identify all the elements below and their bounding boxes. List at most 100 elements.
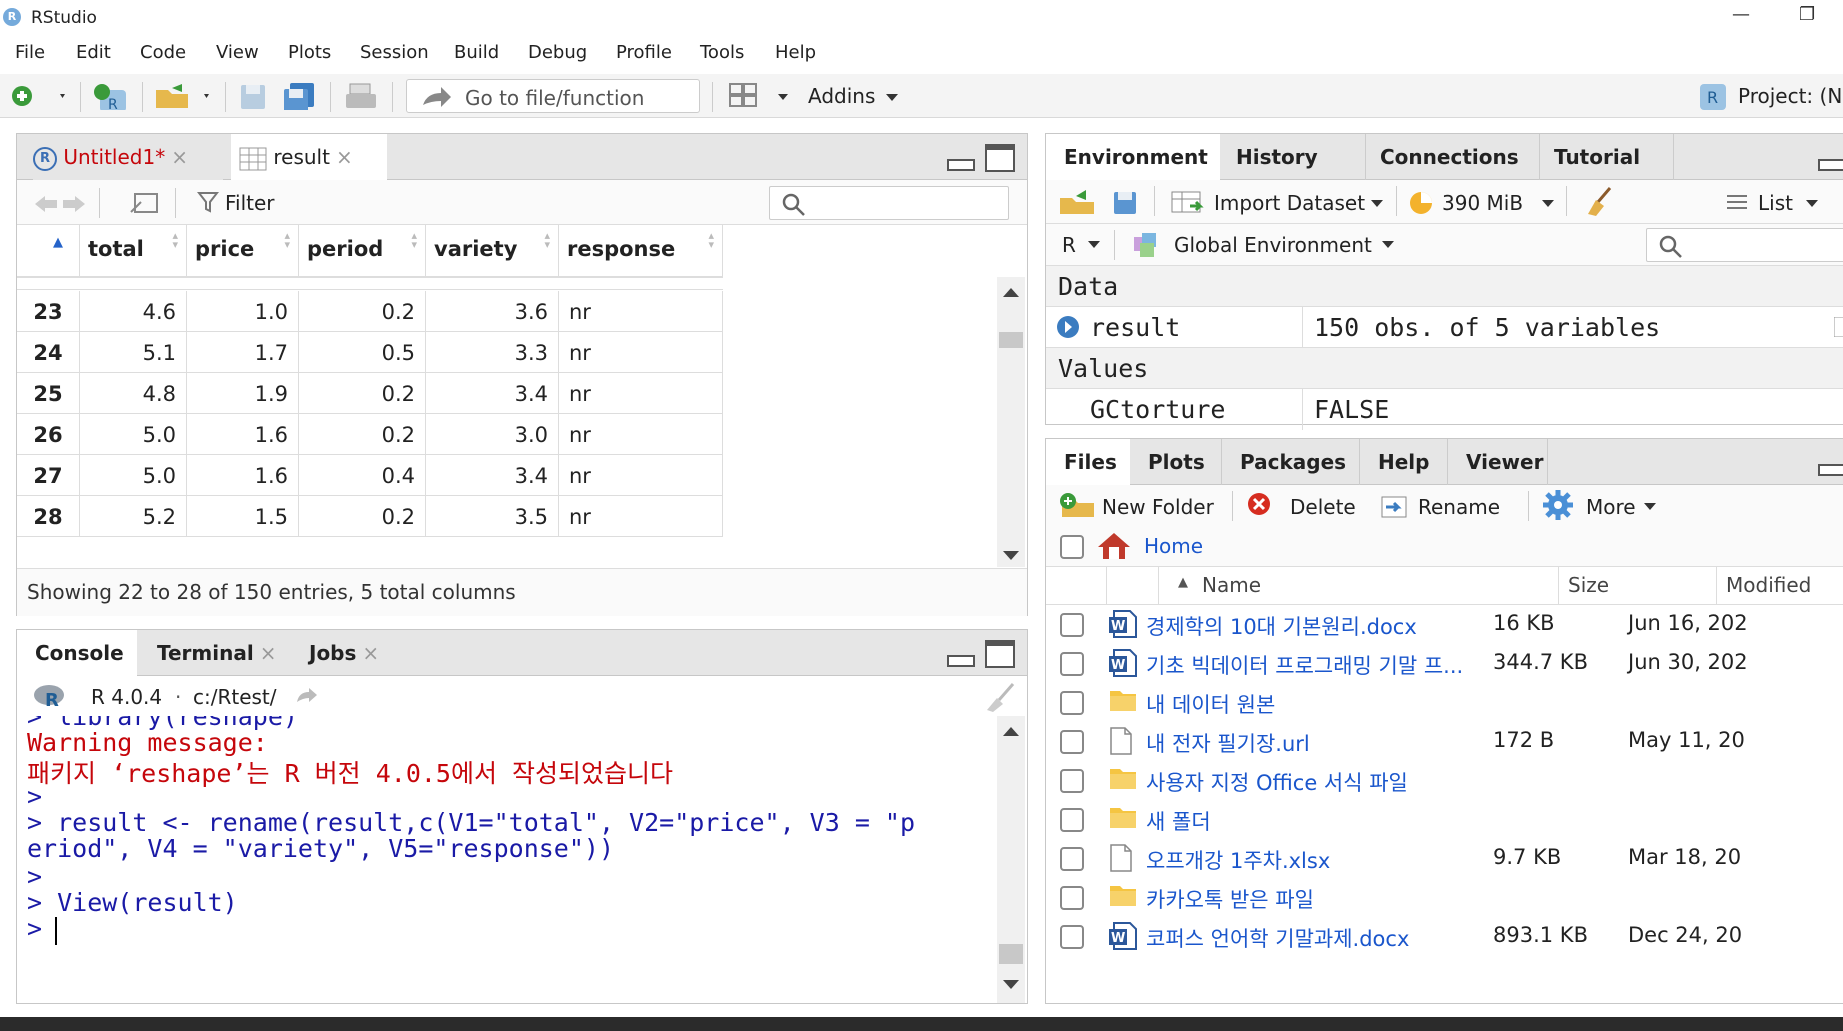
save-all-icon[interactable] [282,82,318,110]
row-checkbox[interactable] [1060,730,1084,754]
menu-help[interactable]: Help [775,42,816,63]
row-checkbox[interactable] [1060,652,1084,676]
expand-arrow-icon[interactable] [1056,315,1080,339]
minimize-pane-icon[interactable] [1818,156,1843,172]
tab-connections[interactable]: Connections [1380,134,1540,180]
tab-viewer[interactable]: Viewer [1448,439,1548,485]
file-row[interactable]: 내 전자 필기장.url 172 B May 11, 20 [1046,722,1745,761]
memory-usage-icon[interactable] [1408,190,1434,216]
column-header-period[interactable]: period ▴ ▾ [299,225,426,277]
file-name-link[interactable]: 사용자 지정 Office 서식 파일 [1146,767,1408,797]
file-name-link[interactable]: 기초 빅데이터 프로그래밍 기말 프... [1146,650,1463,680]
menu-session[interactable]: Session [360,42,429,63]
tab-tutorial[interactable]: Tutorial [1554,134,1674,180]
scroll-down-icon[interactable] [1003,551,1019,561]
tab-untitled1[interactable]: R Untitled1* × [33,134,223,180]
close-icon[interactable]: × [362,641,379,665]
close-icon[interactable]: × [171,145,188,169]
scroll-thumb[interactable] [999,944,1023,964]
pane-layout-icon[interactable] [728,82,798,110]
go-to-file-input[interactable]: Go to file/function [406,79,700,113]
scroll-up-icon[interactable] [1003,287,1019,297]
minimize-pane-icon[interactable] [947,652,975,668]
grid-scrollbar[interactable] [997,277,1025,567]
scroll-up-icon[interactable] [1003,726,1019,736]
project-menu[interactable]: Project: (No [1738,84,1843,108]
more-button[interactable]: More [1586,495,1636,519]
menu-code[interactable]: Code [140,42,186,63]
delete-icon[interactable] [1246,491,1272,517]
row-checkbox[interactable] [1060,691,1084,715]
filter-icon[interactable] [197,191,219,213]
save-icon[interactable] [238,82,268,110]
file-name-link[interactable]: 경제학의 10대 기본원리.docx [1146,611,1417,641]
row-checkbox[interactable] [1060,808,1084,832]
tab-packages[interactable]: Packages [1222,439,1360,485]
working-directory[interactable]: c:/Rtest/ [193,685,277,709]
rename-icon[interactable] [1380,493,1410,519]
menu-file[interactable]: File [15,42,45,63]
minimize-pane-icon[interactable] [947,156,975,172]
close-icon[interactable]: × [336,145,353,169]
tab-files[interactable]: Files [1046,439,1130,485]
row-checkbox[interactable] [1060,847,1084,871]
load-workspace-icon[interactable] [1058,188,1098,216]
maximize-pane-icon[interactable] [985,640,1015,668]
file-row[interactable]: W 코퍼스 언어학 기말과제.docx 893.1 KB Dec 24, 20 [1046,917,1742,956]
open-file-icon[interactable] [154,82,214,110]
file-row[interactable]: W 경제학의 10대 기본원리.docx 16 KB Jun 16, 202 [1046,605,1748,644]
goto-directory-icon[interactable] [295,686,319,704]
delete-button[interactable]: Delete [1290,495,1356,519]
tab-history[interactable]: History [1236,134,1366,180]
menu-debug[interactable]: Debug [528,42,587,63]
maximize-button[interactable]: ❐ [1799,4,1815,25]
menu-edit[interactable]: Edit [76,42,111,63]
row-checkbox[interactable] [1060,886,1084,910]
environment-search-input[interactable] [1646,228,1843,262]
viewer-search-input[interactable] [769,186,1009,220]
popout-icon[interactable] [129,190,161,216]
file-name-link[interactable]: 내 전자 필기장.url [1146,728,1310,758]
addins-menu[interactable]: Addins [808,84,875,108]
tab-environment[interactable]: Environment [1046,134,1220,180]
filter-button[interactable]: Filter [225,191,275,215]
tab-result[interactable]: result × [231,134,387,180]
column-header-total[interactable]: total ▴ ▾ [80,225,187,277]
print-icon[interactable] [344,82,378,110]
new-project-icon[interactable]: R [92,82,132,110]
list-view-icon[interactable] [1726,193,1748,211]
menu-profile[interactable]: Profile [616,42,672,63]
file-row[interactable]: 오프개강 1주차.xlsx 9.7 KB Mar 18, 20 [1046,839,1741,878]
scroll-thumb[interactable] [999,332,1023,348]
tab-plots[interactable]: Plots [1130,439,1222,485]
column-header-variety[interactable]: variety ▴ ▾ [426,225,559,277]
select-all-checkbox[interactable] [1060,535,1084,559]
clear-console-icon[interactable] [983,682,1019,712]
env-row-gctorture[interactable]: GCtorture FALSE [1046,389,1843,430]
sort-index-header[interactable]: ▲ [17,225,80,277]
view-mode-menu[interactable]: List [1758,191,1793,215]
close-icon[interactable]: × [260,641,277,665]
column-header-response[interactable]: response ▴ ▾ [559,225,723,277]
env-row-result[interactable]: result 150 obs. of 5 variables [1046,307,1843,348]
maximize-pane-icon[interactable] [985,144,1015,172]
import-dataset-button[interactable]: Import Dataset [1214,191,1365,215]
file-row[interactable]: 카카오톡 받은 파일 [1046,878,1736,917]
gear-icon[interactable] [1542,489,1574,521]
menu-view[interactable]: View [216,42,259,63]
column-header-name[interactable]: Name [1202,573,1261,597]
file-row[interactable]: W 기초 빅데이터 프로그래밍 기말 프... 344.7 KB Jun 30, 20… [1046,644,1748,683]
memory-usage[interactable]: 390 MiB [1442,191,1523,215]
back-forward-icon[interactable] [33,194,87,214]
column-header-size[interactable]: Size [1568,573,1609,597]
new-folder-icon[interactable] [1058,491,1096,519]
column-header-modified[interactable]: Modified [1726,573,1811,597]
minimize-button[interactable]: — [1732,4,1750,25]
console-output[interactable]: > library(reshape) Warning message: 패키지 ‘r… [17,716,997,1003]
language-select[interactable]: R [1062,233,1076,257]
save-workspace-icon[interactable] [1112,190,1138,216]
view-data-icon[interactable] [1834,317,1843,337]
file-row[interactable]: 사용자 지정 Office 서식 파일 [1046,761,1736,800]
breadcrumb-home[interactable]: Home [1144,534,1203,558]
new-file-icon[interactable] [10,82,66,110]
